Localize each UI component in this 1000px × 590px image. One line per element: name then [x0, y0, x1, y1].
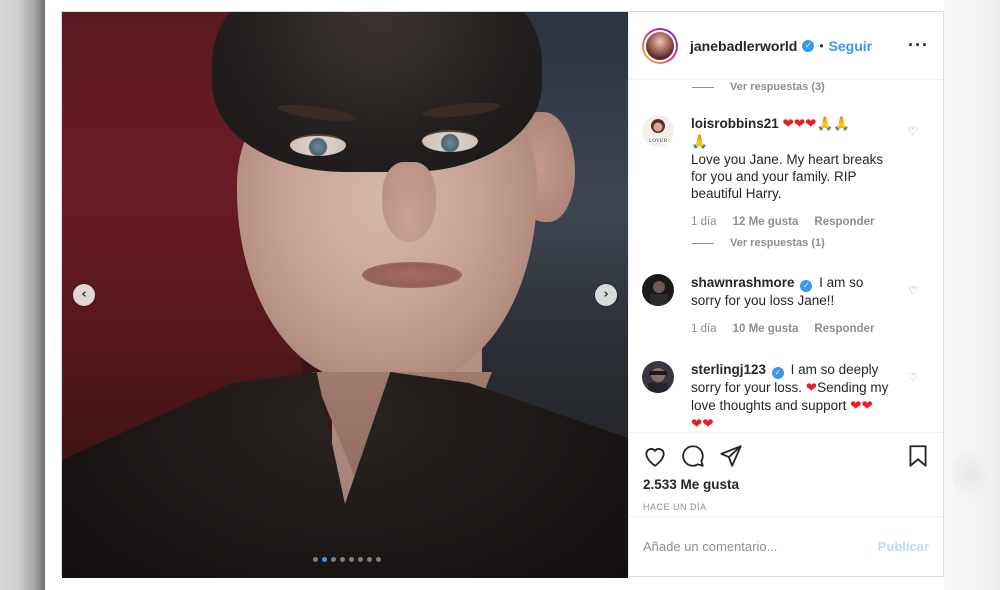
carousel-indicator [313, 557, 381, 562]
post-photo: ‹ › [62, 12, 628, 578]
comment-body: Love you Jane. My heart breaks for you a… [691, 152, 884, 201]
avatar[interactable] [642, 361, 674, 393]
carousel-dot [376, 557, 381, 562]
comment-text: sterlingj123 ✓ I am so deeply sorry for … [691, 361, 891, 432]
comment-likes[interactable]: 10 Me gusta [733, 323, 799, 335]
like-heart-icon[interactable] [642, 443, 668, 469]
comment-text: shawnrashmore ✓ I am so sorry for you lo… [691, 274, 891, 309]
carousel-dot [322, 557, 327, 562]
verified-badge-icon: ✓ [771, 367, 784, 379]
comment-meta: 1 día 12 Me gusta Responder [691, 216, 932, 228]
reply-button[interactable]: Responder [814, 216, 874, 228]
avatar[interactable] [642, 274, 674, 306]
like-comment-heart-icon[interactable]: ♡ [908, 371, 918, 384]
carousel-dot [313, 557, 318, 562]
avatar[interactable] [642, 27, 678, 64]
comment-meta: 1 día 10 Me gusta Responder [691, 323, 932, 335]
heart-emoji-icon: ❤ [805, 380, 818, 396]
comments-list[interactable]: Ver respuestas (3) LOVER loisrobbins21 ❤… [629, 80, 943, 432]
avatar[interactable]: LOVER [642, 115, 674, 147]
comment-username[interactable]: shawnrashmore [691, 275, 795, 290]
next-photo-button[interactable]: › [595, 284, 617, 306]
heart-emoji-icon: ❤❤ [691, 416, 714, 432]
ellipsis-icon[interactable]: ··· [908, 35, 929, 56]
post-date[interactable]: HACE UN DÍA [643, 502, 707, 512]
comment-text: loisrobbins21 ❤❤❤🙏🙏 🙏 Love you Jane. My … [691, 115, 891, 202]
reply-button[interactable]: Responder [814, 323, 874, 335]
post-likes-count[interactable]: 2.533 Me gusta [643, 477, 739, 492]
blurred-backdrop-left [0, 0, 45, 590]
publish-button[interactable]: Publicar [878, 539, 929, 554]
like-comment-heart-icon[interactable]: ♡ [908, 125, 918, 138]
post-modal: ‹ › janebadlerworld ✓ • Seguir ··· Ver r… [61, 11, 944, 578]
blurred-backdrop-right [944, 0, 1000, 590]
comment-input[interactable] [643, 539, 878, 554]
verified-badge-icon: ✓ [800, 280, 813, 292]
comment-time[interactable]: 1 día [691, 323, 717, 335]
pray-emoji-icon: 🙏 [691, 134, 708, 150]
heart-emoji-icon: ❤❤❤ [782, 116, 817, 132]
view-replies-button[interactable]: Ver respuestas (1) [692, 237, 825, 249]
previous-photo-button[interactable]: ‹ [73, 284, 95, 306]
follow-button[interactable]: Seguir [829, 38, 873, 54]
carousel-dot [349, 557, 354, 562]
view-replies-button[interactable]: Ver respuestas (3) [692, 81, 825, 93]
carousel-dot [331, 557, 336, 562]
comment-time[interactable]: 1 día [691, 216, 717, 228]
comment-likes[interactable]: 12 Me gusta [733, 216, 799, 228]
comment-item: sterlingj123 ✓ I am so deeply sorry for … [642, 361, 932, 432]
comment-item: LOVER loisrobbins21 ❤❤❤🙏🙏 🙏 Love you Jan… [642, 115, 932, 228]
carousel-dot [358, 557, 363, 562]
svg-text:LOVER: LOVER [649, 138, 668, 144]
carousel-dot [367, 557, 372, 562]
like-comment-heart-icon[interactable]: ♡ [908, 284, 918, 297]
share-paper-plane-icon[interactable] [718, 443, 744, 469]
add-comment-form: Publicar [629, 516, 943, 576]
post-author-username[interactable]: janebadlerworld [690, 38, 797, 54]
carousel-dot [340, 557, 345, 562]
comment-username[interactable]: loisrobbins21 [691, 116, 779, 131]
save-bookmark-icon[interactable] [905, 443, 931, 469]
verified-badge-icon: ✓ [802, 39, 815, 52]
post-header: janebadlerworld ✓ • Seguir ··· [629, 12, 943, 80]
comment-bubble-icon[interactable] [680, 443, 706, 469]
separator-bullet: • [819, 38, 824, 53]
heart-emoji-icon: ❤❤ [850, 398, 873, 414]
comment-item: shawnrashmore ✓ I am so sorry for you lo… [642, 274, 932, 335]
comment-username[interactable]: sterlingj123 [691, 362, 766, 377]
post-actions: 2.533 Me gusta HACE UN DÍA [629, 432, 943, 516]
pray-emoji-icon: 🙏🙏 [816, 116, 851, 132]
post-side-panel: janebadlerworld ✓ • Seguir ··· Ver respu… [628, 12, 943, 576]
